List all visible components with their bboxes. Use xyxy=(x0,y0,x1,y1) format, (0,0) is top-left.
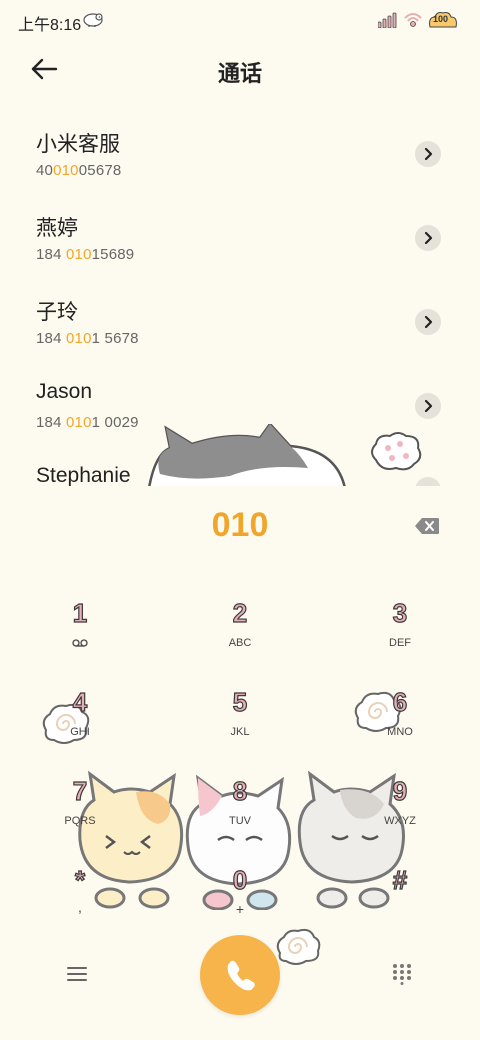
dial-key-2[interactable]: 2 ABC xyxy=(160,590,320,676)
contact-name: 小米客服 xyxy=(36,133,120,156)
contact-detail-button[interactable] xyxy=(415,309,441,335)
contact-number: 4001005678 xyxy=(36,162,122,179)
contact-name: Jason xyxy=(36,380,93,403)
chevron-right-icon xyxy=(424,231,433,245)
dial-key-6[interactable]: 6 MNO xyxy=(320,679,480,765)
menu-icon[interactable] xyxy=(66,965,88,983)
contact-number: 184 0101 0029 xyxy=(36,414,139,431)
contact-name: Stephanie xyxy=(36,464,131,486)
list-item[interactable]: 燕婷 184 01015689 xyxy=(0,196,480,280)
list-item[interactable]: 子玲 184 0101 5678 xyxy=(0,280,480,364)
dial-key-1[interactable]: 1 xyxy=(0,590,160,676)
dial-key-star[interactable]: * , xyxy=(0,857,160,943)
contact-detail-button[interactable] xyxy=(415,477,441,486)
dial-key-4[interactable]: 4 GHI xyxy=(0,679,160,765)
page-title: 通话 xyxy=(217,61,262,86)
battery-level: 100 xyxy=(433,14,449,24)
dial-key-9[interactable]: 9 WXYZ xyxy=(320,768,480,854)
call-button[interactable] xyxy=(200,935,280,1015)
contact-detail-button[interactable] xyxy=(415,225,441,251)
contact-name: 子玲 xyxy=(36,301,78,324)
cat-peek-decoration xyxy=(148,424,346,486)
contact-detail-button[interactable] xyxy=(415,393,441,419)
dial-key-hash[interactable]: # xyxy=(320,857,480,943)
contact-number: 184 0101 5678 xyxy=(36,330,139,347)
list-item[interactable]: 小米客服 4001005678 xyxy=(0,112,480,196)
dialed-number: 010 xyxy=(211,506,269,544)
header: 通话 xyxy=(0,40,480,100)
status-time: 上午8:16 xyxy=(18,17,82,34)
wifi-icon xyxy=(404,13,422,27)
chevron-right-icon xyxy=(424,147,433,161)
cloud-decoration xyxy=(371,432,422,471)
bottom-bar xyxy=(0,928,480,1025)
number-display: 010 xyxy=(0,486,480,566)
signal-icon xyxy=(378,12,397,28)
chevron-right-icon xyxy=(424,399,433,413)
dial-key-3[interactable]: 3 DEF xyxy=(320,590,480,676)
backspace-icon[interactable] xyxy=(414,517,440,535)
keypad-icon[interactable] xyxy=(392,963,412,985)
voicemail-icon xyxy=(72,639,88,647)
sheep-sticker-icon xyxy=(83,13,103,27)
contact-number: 184 01015689 xyxy=(36,246,135,263)
contact-list[interactable]: 小米客服 4001005678 燕婷 184 01015689 子玲 184 0… xyxy=(0,112,480,486)
phone-icon xyxy=(227,960,255,991)
swirl-cloud-decoration xyxy=(276,928,321,965)
status-bar: 上午8:16 100 xyxy=(0,0,480,40)
dial-key-5[interactable]: 5 JKL xyxy=(160,679,320,765)
chevron-right-icon xyxy=(424,315,433,329)
dial-key-7[interactable]: 7 PQRS xyxy=(0,768,160,854)
dial-pad: 1 2 ABC 3 DEF 4 GHI 5 JKL 6 MNO 7 PQRS 8… xyxy=(0,590,480,930)
contact-name: 燕婷 xyxy=(36,217,78,240)
contact-detail-button[interactable] xyxy=(415,141,441,167)
dial-key-8[interactable]: 8 TUV xyxy=(160,768,320,854)
